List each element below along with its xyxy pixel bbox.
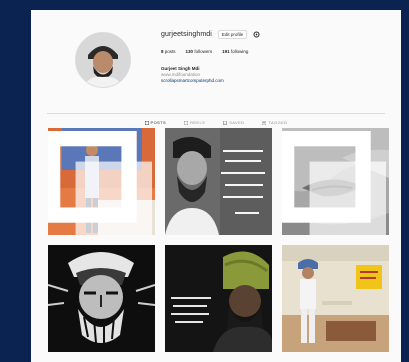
post-thumbnail[interactable] [48,245,155,352]
stat-following[interactable]: 191 following [222,49,248,54]
profile-avatar[interactable] [75,32,131,88]
stat-followers[interactable]: 130 followers [186,49,213,54]
edit-profile-button[interactable]: Edit profile [217,30,248,39]
tag-icon [262,120,267,125]
post-thumbnail[interactable] [165,245,272,352]
post-image [282,245,389,352]
avatar-photo [76,33,130,87]
post-image [165,245,272,352]
tab-saved[interactable]: SAVED [223,120,244,125]
tab-tagged[interactable]: TAGGED [262,120,287,125]
post-thumbnail[interactable] [165,128,272,235]
reels-icon [184,120,189,125]
post-image [48,245,155,352]
grid-icon [144,120,149,125]
carousel-icon [48,131,152,235]
profile-page: gurjeetsinghmdi Edit profile 8 posts 130… [31,10,401,362]
profile-bio: Gurjeet Singh Mdi www.mdifoundation scro… [161,66,224,84]
tab-reels[interactable]: REELS [184,120,205,125]
post-thumbnail[interactable] [282,128,389,235]
gear-icon[interactable] [253,31,260,38]
profile-username: gurjeetsinghmdi [161,31,212,38]
post-thumbnail[interactable] [282,245,389,352]
posts-grid [48,128,389,352]
tabs-divider [47,113,385,114]
profile-stats: 8 posts 130 followers 191 following [161,49,248,54]
profile-tabs: POSTS REELS SAVED TAGGED [31,120,401,125]
stat-posts[interactable]: 8 posts [161,49,176,54]
tab-posts[interactable]: POSTS [144,120,167,125]
profile-link[interactable]: scrollapsmartcomputerphd.com [161,78,224,84]
post-image [165,128,272,235]
bookmark-icon [223,120,228,125]
carousel-icon [282,131,386,235]
post-thumbnail[interactable] [48,128,155,235]
